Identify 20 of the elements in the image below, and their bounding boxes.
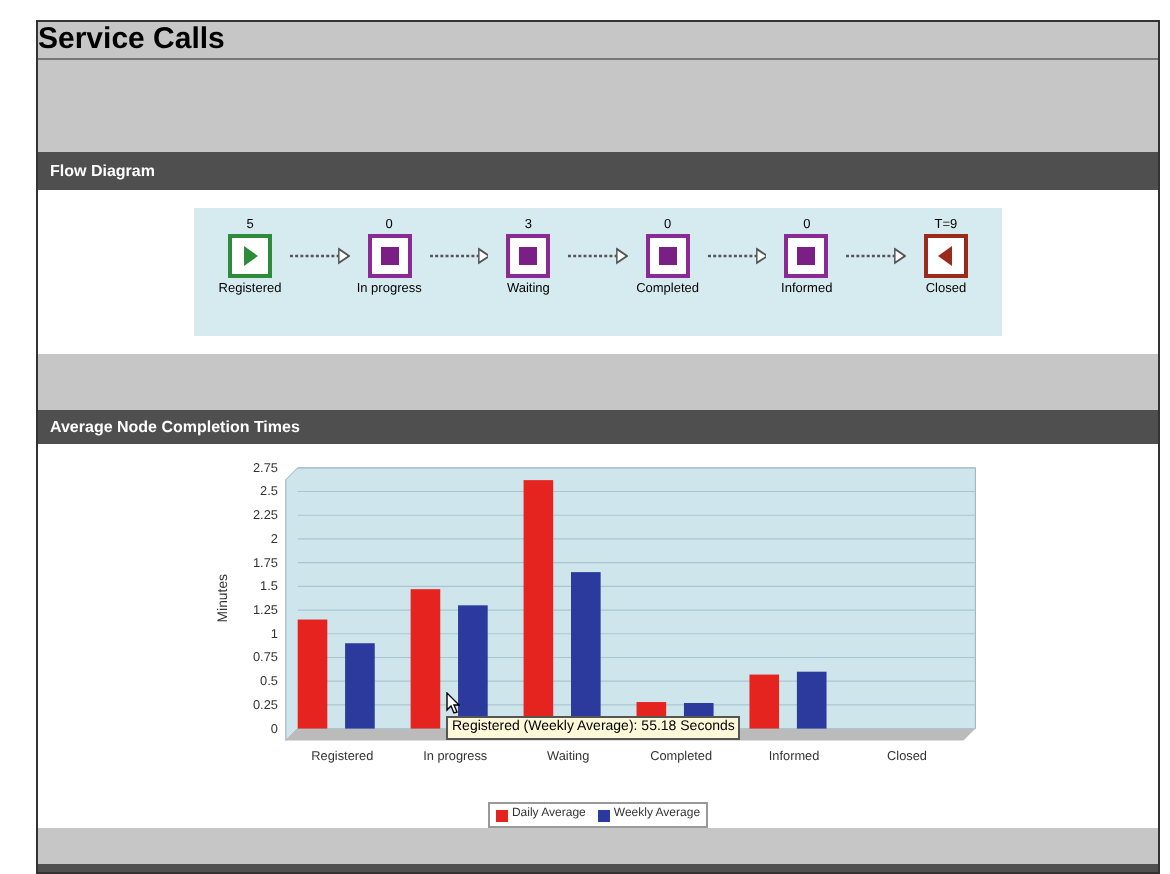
section-header: Flow Diagram bbox=[38, 152, 1158, 190]
dashed-arrow bbox=[707, 246, 767, 266]
dashed-arrow bbox=[568, 246, 628, 266]
bar bbox=[410, 589, 441, 729]
bar bbox=[796, 671, 827, 729]
bar bbox=[297, 619, 328, 729]
page-title: Service Calls bbox=[38, 22, 1158, 60]
stop-node-icon bbox=[367, 234, 412, 278]
play-node-icon bbox=[228, 234, 272, 278]
stop-node-icon bbox=[784, 234, 829, 278]
bar bbox=[345, 643, 375, 729]
section-header: Average Node Completion Times bbox=[38, 410, 1158, 444]
mouse-cursor-icon bbox=[446, 692, 460, 714]
dashed-arrow bbox=[429, 246, 489, 266]
bar bbox=[749, 674, 780, 729]
dashed-arrow bbox=[846, 246, 906, 266]
dashed-arrow bbox=[290, 246, 350, 266]
stop-node-icon bbox=[506, 234, 551, 278]
back-node-icon bbox=[923, 234, 968, 278]
stop-node-icon bbox=[645, 234, 690, 278]
